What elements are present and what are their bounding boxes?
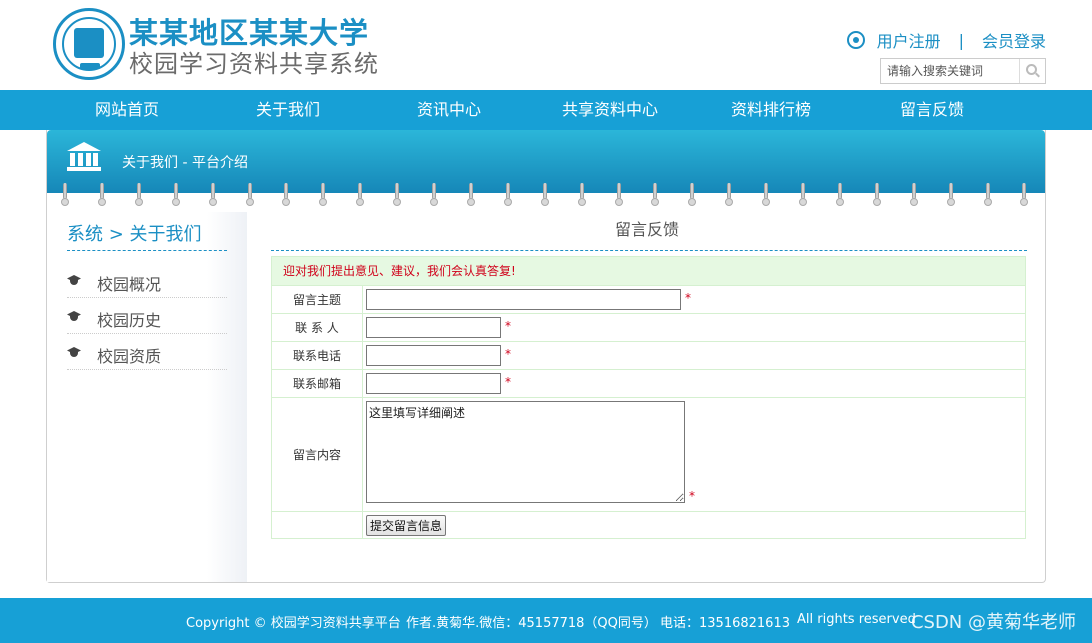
content-textarea[interactable]: 这里填写详细阐述 [366,401,685,503]
nav-item-about[interactable]: 关于我们 [256,90,320,130]
binder-ring-icon [540,183,549,207]
content-label: 留言内容 [272,398,363,511]
search-input[interactable] [881,59,1020,83]
content-card: 关于我们 - 平台介绍 系统 > 关于我们 校园概况 校园历史 校园资质 留言反… [46,130,1046,583]
register-link[interactable]: 用户注册 [877,28,941,52]
top-links: 用户注册 | 会员登录 [846,28,1046,52]
submit-label-cell [272,512,363,538]
binder-ring-icon [762,183,771,207]
binder-rings [47,183,1045,209]
university-seal-icon [53,8,125,80]
binder-ring-icon [466,183,475,207]
sidebar-item-overview[interactable]: 校园概况 [67,262,227,298]
footer-author: 作者.黄菊华.微信：45157718（QQ同号） [406,616,657,631]
bank-icon [67,142,101,172]
seal-core [74,28,104,58]
binder-ring-icon [319,183,328,207]
binder-ring-icon [245,183,254,207]
binder-ring-icon [835,183,844,207]
link-separator: | [958,30,964,50]
required-mark: * [505,375,511,389]
binder-ring-icon [983,183,992,207]
sidebar-item-label: 校园历史 [97,311,162,330]
nav-item-shared-materials[interactable]: 共享资料中心 [562,90,658,130]
contact-field[interactable] [366,317,501,338]
binder-ring-icon [97,183,106,207]
binder-ring-icon [651,183,660,207]
required-mark: * [505,347,511,361]
sidebar-item-qualifications[interactable]: 校园资质 [67,334,227,370]
binder-ring-icon [171,183,180,207]
form-row-email: 联系邮箱 * [272,369,1025,397]
breadcrumb: 系统 > 关于我们 [67,224,202,245]
breadcrumb-divider [67,250,227,251]
search-box [880,58,1046,84]
form-row-phone: 联系电话 * [272,341,1025,369]
watermark: CSDN @黄菊华老师 [910,612,1076,633]
binder-ring-icon [430,183,438,207]
banner-title: 关于我们 - 平台介绍 [122,155,248,171]
required-mark: * [689,489,695,503]
graduation-cap-icon [67,347,83,359]
binder-ring-icon [577,183,586,207]
binder-ring-icon [946,183,955,207]
binder-ring-icon [61,183,69,207]
form-row-content: 留言内容 这里填写详细阐述 * [272,397,1025,511]
required-mark: * [505,319,511,333]
email-label: 联系邮箱 [272,370,363,397]
contact-label: 联 系 人 [272,314,363,341]
footer-rights: All rights reserved [797,612,916,627]
binder-ring-icon [614,183,623,207]
sidebar-item-history[interactable]: 校园历史 [67,298,227,334]
form-title: 留言反馈 [615,220,680,239]
radio-icon [846,31,865,49]
search-icon-handle [1035,72,1040,78]
email-field[interactable] [366,373,501,394]
search-button[interactable] [1019,59,1045,83]
binder-ring-icon [872,183,881,207]
binder-ring-icon [688,183,697,207]
nav-item-feedback[interactable]: 留言反馈 [900,90,964,130]
sidebar: 系统 > 关于我们 校园概况 校园历史 校园资质 [47,212,247,582]
footer-phone: 电话：13516821613 [660,616,790,631]
subject-label: 留言主题 [272,286,363,313]
sidebar-item-label: 校园概况 [97,275,162,294]
binder-ring-icon [909,183,918,207]
feedback-form: 迎对我们提出意见、建议，我们会认真答复! 留言主题 * 联 系 人 * 联系电话… [271,256,1026,539]
required-mark: * [685,291,691,305]
binder-ring-icon [1020,183,1029,207]
phone-field[interactable] [366,345,501,366]
binder-ring-icon [725,183,734,207]
binder-ring-icon [356,183,365,207]
page: 某某地区某某大学 校园学习资料共享系统 用户注册 | 会员登录 网站首页 关于我… [0,0,1092,643]
footer-copyright: Copyright © 校园学习资料共享平台 [186,616,401,631]
main-nav: 网站首页 关于我们 资讯中心 共享资料中心 资料排行榜 留言反馈 [0,90,1092,130]
submit-button[interactable]: 提交留言信息 [366,515,447,536]
sidebar-item-label: 校园资质 [97,347,162,366]
binder-ring-icon [282,183,291,207]
form-row-subject: 留言主题 * [272,285,1025,313]
footer: Copyright © 校园学习资料共享平台 作者.黄菊华.微信：4515771… [0,598,1092,643]
header: 某某地区某某大学 校园学习资料共享系统 用户注册 | 会员登录 [0,0,1092,90]
site-subtitle: 校园学习资料共享系统 [129,50,379,78]
graduation-cap-icon [67,275,83,287]
nav-item-rankings[interactable]: 资料排行榜 [731,90,811,130]
binder-ring-icon [393,183,402,207]
graduation-cap-icon [67,311,83,323]
binder-ring-icon [134,183,143,207]
nav-item-home[interactable]: 网站首页 [95,90,159,130]
subject-field[interactable] [366,289,681,310]
form-row-submit: 提交留言信息 [272,511,1025,538]
phone-label: 联系电话 [272,342,363,369]
form-row-contact: 联 系 人 * [272,313,1025,341]
login-link[interactable]: 会员登录 [982,28,1046,52]
binder-ring-icon [503,183,512,207]
form-title-divider [271,250,1027,251]
nav-item-news[interactable]: 资讯中心 [417,90,481,130]
form-notice: 迎对我们提出意见、建议，我们会认真答复! [272,257,1025,285]
binder-ring-icon [799,183,807,207]
binder-ring-icon [208,183,217,207]
seal-year [80,63,100,69]
